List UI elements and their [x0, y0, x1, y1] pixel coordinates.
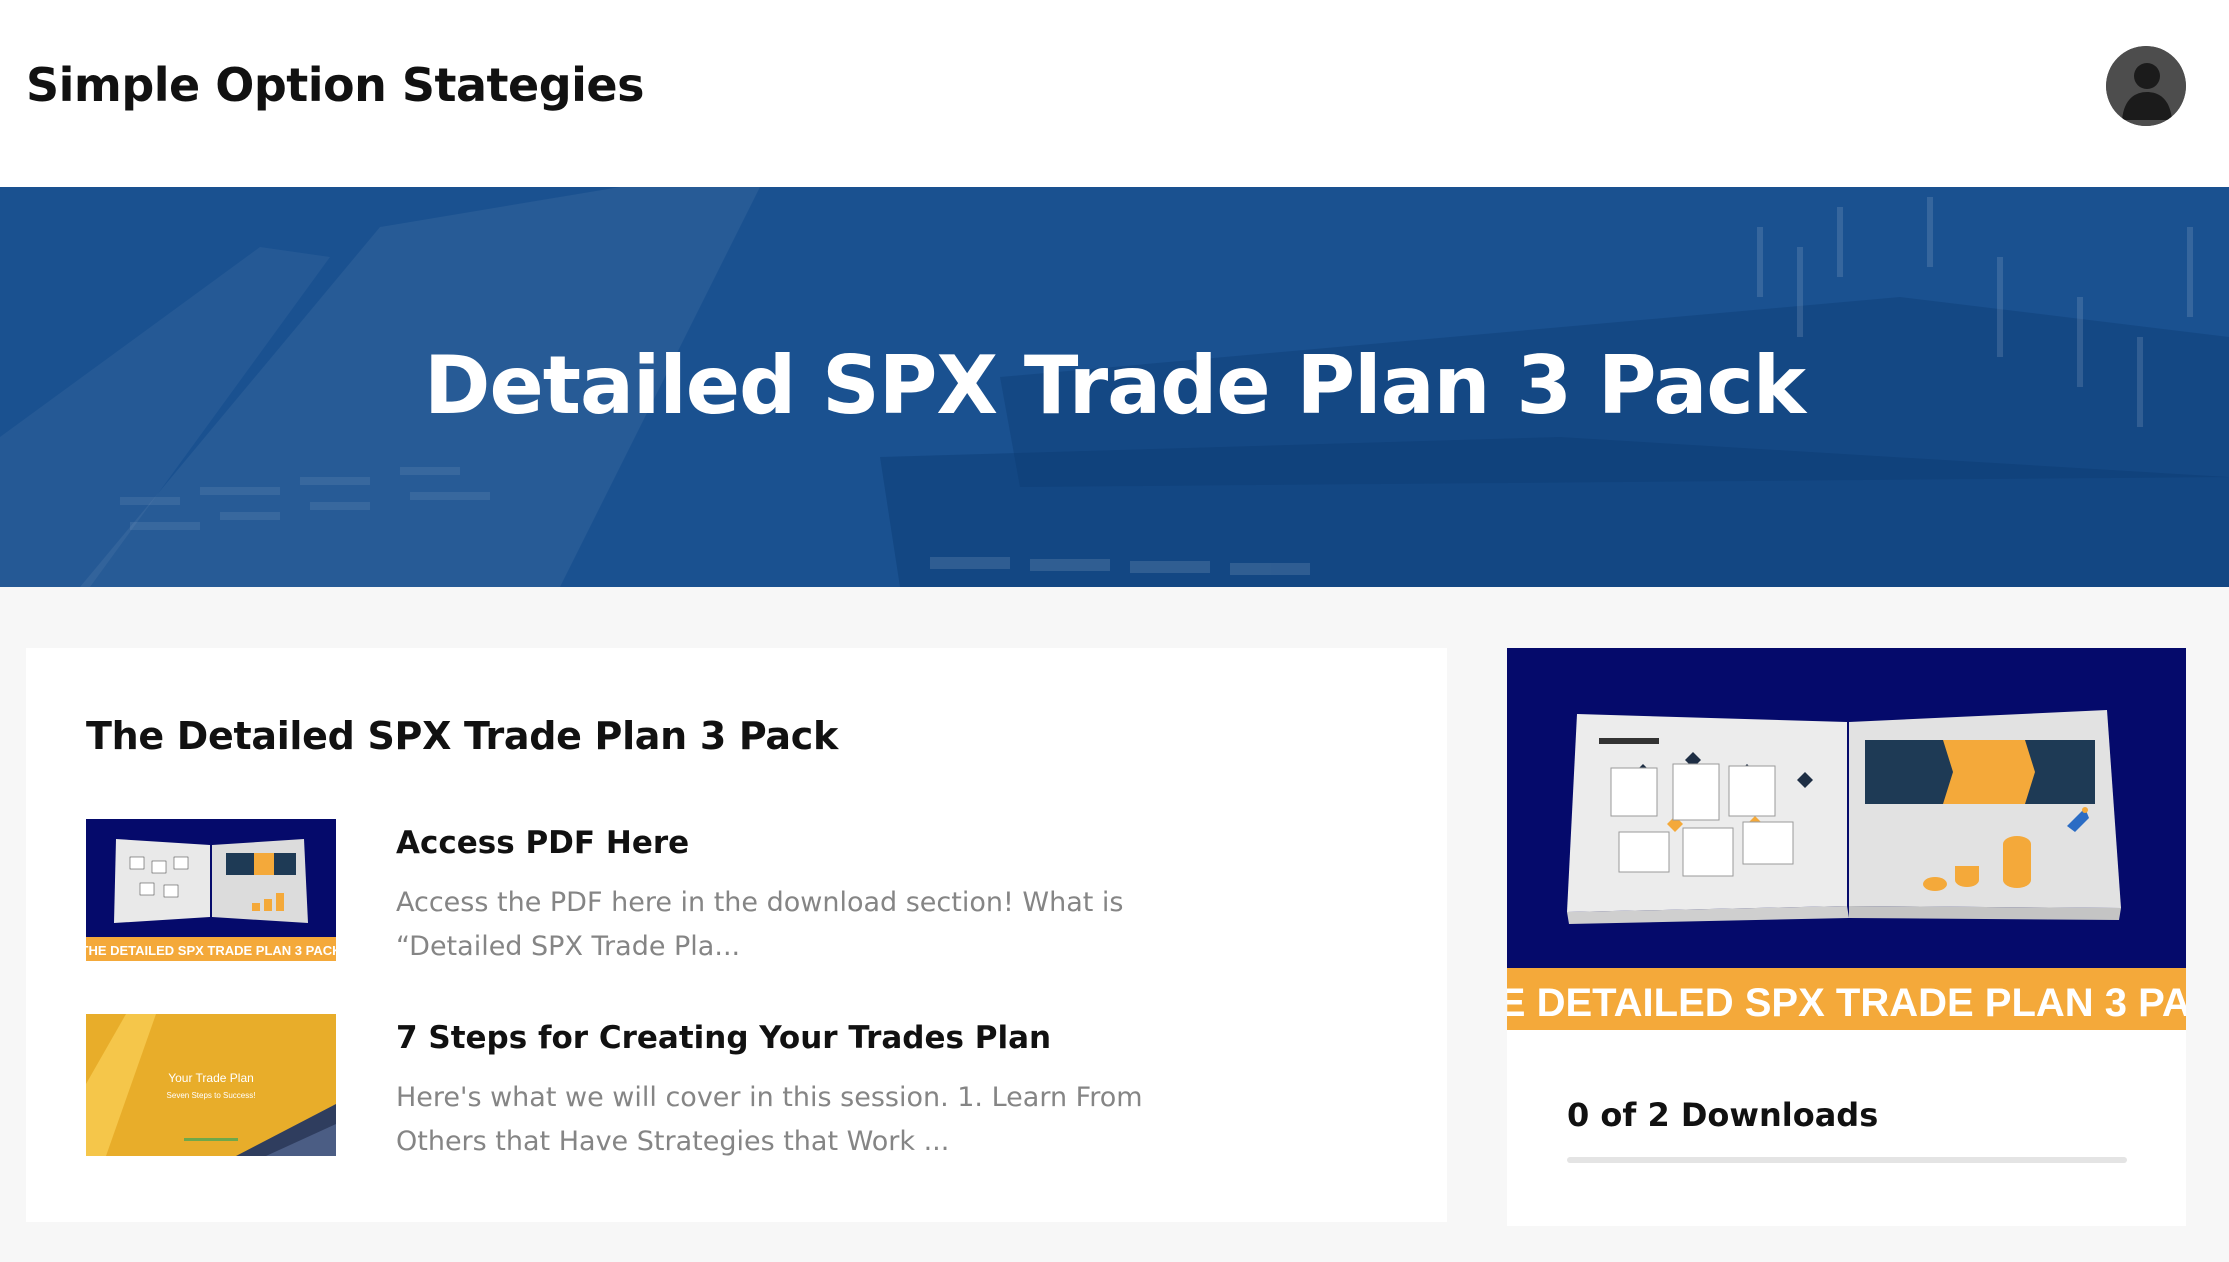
thumbnail-caption: THE DETAILED SPX TRADE PLAN 3 PACK — [86, 943, 336, 958]
lesson-description: Access the PDF here in the download sect… — [396, 887, 1124, 962]
lesson-title[interactable]: 7 Steps for Creating Your Trades Plan — [396, 1020, 1051, 1056]
lesson-item-access-pdf[interactable]: THE DETAILED SPX TRADE PLAN 3 PACK Acces… — [86, 819, 1386, 962]
lesson-thumbnail[interactable]: Your Trade Plan Seven Steps to Success! — [86, 1014, 336, 1156]
hero-banner: Detailed SPX Trade Plan 3 Pack — [0, 187, 2229, 587]
course-content-card: The Detailed SPX Trade Plan 3 Pack THE D… — [26, 648, 1447, 1222]
thumbnail-subtitle: Seven Steps to Success! — [167, 1091, 256, 1100]
site-brand[interactable]: Simple Option Stategies — [26, 58, 645, 112]
page-title: Detailed SPX Trade Plan 3 Pack — [424, 339, 1806, 432]
lesson-description: Here's what we will cover in this sessio… — [396, 1082, 1143, 1157]
lesson-thumbnail[interactable]: THE DETAILED SPX TRADE PLAN 3 PACK — [86, 819, 336, 961]
top-bar: Simple Option Stategies — [0, 0, 2229, 187]
downloads-progress-bar — [1567, 1157, 2127, 1163]
downloads-count: 0 of 2 Downloads — [1567, 1096, 1879, 1134]
lesson-item-trade-plan-steps[interactable]: Your Trade Plan Seven Steps to Success! … — [86, 1014, 1386, 1157]
product-banner-text: THE DETAILED SPX TRADE PLAN 3 PACK — [1507, 981, 2186, 1025]
user-avatar-icon[interactable] — [2106, 46, 2186, 126]
product-sidebar-card: THE DETAILED SPX TRADE PLAN 3 PACK — [1507, 648, 2186, 1226]
product-cover-image: THE DETAILED SPX TRADE PLAN 3 PACK — [1507, 648, 2186, 1030]
thumbnail-title: Your Trade Plan — [168, 1071, 254, 1085]
section-title: The Detailed SPX Trade Plan 3 Pack — [86, 714, 838, 758]
lesson-title[interactable]: Access PDF Here — [396, 825, 689, 861]
